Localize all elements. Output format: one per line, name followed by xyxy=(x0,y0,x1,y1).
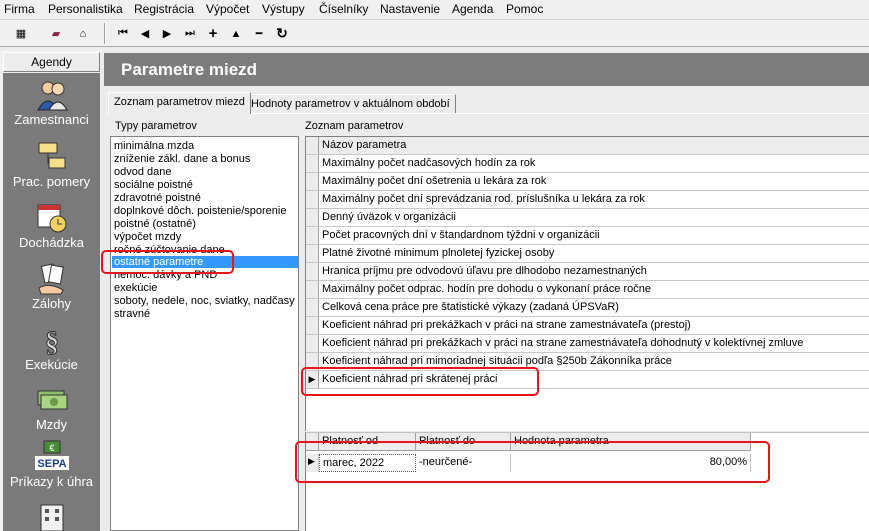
cards-hand-icon xyxy=(37,263,64,295)
home-icon[interactable]: ⌂ xyxy=(72,23,94,44)
table-row[interactable]: Koeficient náhrad pri prekážkach v práci… xyxy=(306,335,869,353)
list-item[interactable]: zdravotné poistné xyxy=(114,192,201,204)
table-row[interactable]: Počet pracovných dní v štandardnom týždn… xyxy=(306,227,869,245)
table-row[interactable]: Maximálny počet dní ošetrenia u lekára z… xyxy=(306,173,869,191)
list-item[interactable]: exekúcie xyxy=(114,282,157,294)
menu-ciselniky[interactable]: Číselníky xyxy=(319,2,368,16)
calendar-clock-icon xyxy=(37,204,66,233)
building-icon[interactable] xyxy=(37,501,67,531)
menu-agenda[interactable]: Agenda xyxy=(452,2,493,16)
sidebar-item-zamestnanci[interactable]: Zamestnanci xyxy=(3,78,100,127)
refresh-icon[interactable]: ↻ xyxy=(271,23,293,44)
list-item[interactable]: soboty, nedele, noc, sviatky, nadčasy xyxy=(114,295,295,307)
toolbar-separator xyxy=(104,23,106,44)
list-item[interactable]: výpočet mzdy xyxy=(114,231,181,243)
grid-header: Názov parametra xyxy=(306,137,869,155)
menu-bar: Firma Personalistika Registrácia Výpočet… xyxy=(0,0,869,18)
sidebar-item-mzdy[interactable]: Mzdy xyxy=(3,383,100,432)
sidebar-item-label: Príkazy k úhra xyxy=(9,474,94,489)
agendy-header: Agendy xyxy=(3,52,100,72)
sidebar-item-label: Zálohy xyxy=(31,296,72,311)
table-row[interactable]: Denný úväzok v organizácii xyxy=(306,209,869,227)
column-header[interactable]: Názov parametra xyxy=(322,139,406,151)
svg-text:§: § xyxy=(45,327,59,357)
menu-nastavenie[interactable]: Nastavenie xyxy=(380,2,440,16)
table-row[interactable]: Platné životné minimum plnoletej fyzicke… xyxy=(306,245,869,263)
up-icon[interactable]: ▲ xyxy=(225,23,247,44)
highlight-box xyxy=(301,367,539,396)
org-chart-icon xyxy=(38,142,65,169)
svg-text:€: € xyxy=(49,443,54,453)
last-record-icon[interactable]: ⏭ xyxy=(179,23,201,44)
sidebar-item-zalohy[interactable]: Zálohy xyxy=(3,262,100,311)
toolbar: ▦ ▰ ⌂ ⏮ ◀ ▶ ⏭ + ▲ ━ ↻ xyxy=(0,19,869,47)
menu-registracia[interactable]: Registrácia xyxy=(134,2,194,16)
list-item[interactable]: zníženie zákl. dane a bonus xyxy=(114,153,250,165)
list-item[interactable]: minimálna mzda xyxy=(114,140,194,152)
menu-firma[interactable]: Firma xyxy=(4,2,35,16)
sidebar-item-prikazy[interactable]: € SEPA Príkazy k úhra xyxy=(3,440,100,489)
sidebar-item-dochadzka[interactable]: Dochádzka xyxy=(3,201,100,250)
menu-vypocet[interactable]: Výpočet xyxy=(206,2,249,16)
tab-zoznam-parametrov[interactable]: Zoznam parametrov miezd xyxy=(108,92,251,114)
params-label: Zoznam parametrov xyxy=(305,120,404,132)
sidebar-item-prac-pomery[interactable]: Prac. pomery xyxy=(3,140,100,189)
calculator-icon[interactable]: ▦ xyxy=(10,23,32,44)
money-icon xyxy=(37,390,67,410)
sidebar-item-label: Zamestnanci xyxy=(14,112,89,127)
prev-record-icon[interactable]: ◀ xyxy=(134,23,156,44)
svg-text:SEPA: SEPA xyxy=(37,458,66,470)
paragraph-icon: § xyxy=(44,327,59,358)
add-icon[interactable]: + xyxy=(202,23,224,44)
sepa-icon: € SEPA xyxy=(34,440,69,470)
table-row[interactable]: Celková cena práce pre štatistické výkaz… xyxy=(306,299,869,317)
first-record-icon[interactable]: ⏮ xyxy=(112,23,134,44)
highlight-box xyxy=(101,250,234,274)
table-row[interactable]: Hranica príjmu pre odvodovú úľavu pre dl… xyxy=(306,263,869,281)
list-item[interactable]: sociálne poistné xyxy=(114,179,193,191)
menu-personalistika[interactable]: Personalistika xyxy=(48,2,123,16)
book-icon[interactable]: ▰ xyxy=(45,23,67,44)
delete-icon[interactable]: ━ xyxy=(248,23,270,44)
people-icon xyxy=(36,81,68,111)
sidebar-item-label: Prac. pomery xyxy=(12,174,91,189)
sidebar-item-label: Exekúcie xyxy=(25,357,78,372)
agendy-list: Zamestnanci Prac. pomery Dochádzka Záloh… xyxy=(3,73,100,531)
list-item[interactable]: poistné (ostatné) xyxy=(114,218,196,230)
next-record-icon[interactable]: ▶ xyxy=(156,23,178,44)
list-item[interactable]: stravné xyxy=(114,308,150,320)
table-row[interactable]: Maximálny počet dní sprevádzania rod. pr… xyxy=(306,191,869,209)
sidebar-item-label: Dochádzka xyxy=(18,235,85,250)
highlight-box xyxy=(295,441,770,483)
table-row[interactable]: Koeficient náhrad pri prekážkach v práci… xyxy=(306,317,869,335)
types-label: Typy parametrov xyxy=(115,120,197,132)
table-row[interactable]: Maximálny počet odprac. hodín pre dohodu… xyxy=(306,281,869,299)
tab-hodnoty-parametrov[interactable]: Hodnoty parametrov v aktuálnom období xyxy=(245,94,456,114)
page-title: Parametre miezd xyxy=(104,53,869,86)
list-item[interactable]: doplnkové dôch. poistenie/sporenie xyxy=(114,205,286,217)
sidebar-item-label: Mzdy xyxy=(35,417,68,432)
list-item[interactable]: odvod dane xyxy=(114,166,172,178)
sidebar-item-exekucie[interactable]: § Exekúcie xyxy=(3,323,100,373)
menu-pomoc[interactable]: Pomoc xyxy=(506,2,543,16)
table-row[interactable]: Maximálny počet nadčasových hodín za rok xyxy=(306,155,869,173)
types-list[interactable]: minimálna mzda zníženie zákl. dane a bon… xyxy=(110,136,299,531)
menu-vystupy[interactable]: Výstupy xyxy=(262,2,305,16)
